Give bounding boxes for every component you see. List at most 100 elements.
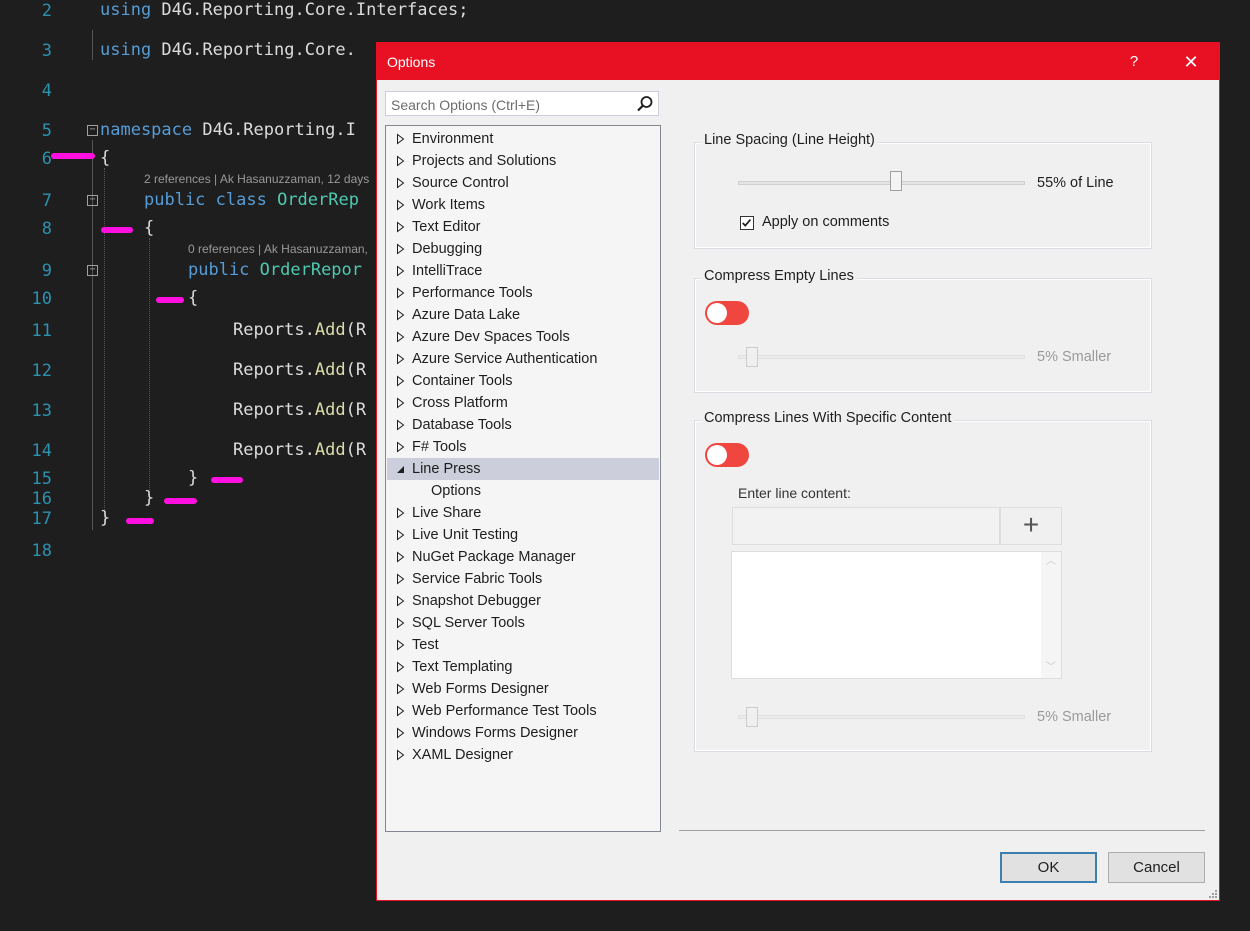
collapsed-arrow-icon[interactable] xyxy=(396,392,406,414)
tree-item[interactable]: SQL Server Tools xyxy=(387,612,659,634)
collapsed-arrow-icon[interactable] xyxy=(396,150,406,172)
compress-specific-slider[interactable] xyxy=(738,715,1025,719)
collapsed-arrow-icon[interactable] xyxy=(396,370,406,392)
tree-item[interactable]: Container Tools xyxy=(387,370,659,392)
tree-item[interactable]: Web Performance Test Tools xyxy=(387,700,659,722)
search-input[interactable] xyxy=(386,92,633,117)
code-line-14: Reports.Add(R xyxy=(233,440,367,460)
search-box[interactable] xyxy=(385,91,659,117)
collapsed-arrow-icon[interactable] xyxy=(396,744,406,766)
close-button[interactable]: ✕ xyxy=(1179,51,1203,73)
options-dialog[interactable]: Options ? ✕ Environment Projects and Solu… xyxy=(376,42,1220,901)
title-bar[interactable]: Options ? ✕ xyxy=(377,43,1219,80)
collapsed-arrow-icon[interactable] xyxy=(396,590,406,612)
tree-item-label: Cross Platform xyxy=(412,395,508,411)
tree-item[interactable]: Azure Service Authentication xyxy=(387,348,659,370)
collapsed-arrow-icon[interactable] xyxy=(396,678,406,700)
tree-item[interactable]: Text Editor xyxy=(387,216,659,238)
ok-button[interactable]: OK xyxy=(1000,852,1097,883)
codelens[interactable]: 2 references | Ak Hasanuzzaman, 12 days xyxy=(144,172,369,186)
codelens[interactable]: 0 references | Ak Hasanuzzaman, xyxy=(188,242,368,256)
line-spacing-slider[interactable] xyxy=(738,181,1025,185)
tree-item[interactable]: Debugging xyxy=(387,238,659,260)
search-icon[interactable] xyxy=(636,95,654,113)
tree-item-label: Text Templating xyxy=(412,659,513,675)
tree-item[interactable]: Database Tools xyxy=(387,414,659,436)
collapsed-arrow-icon[interactable] xyxy=(396,238,406,260)
collapsed-arrow-icon[interactable] xyxy=(396,216,406,238)
code-line-15: } xyxy=(188,468,199,488)
tree-item[interactable]: Azure Dev Spaces Tools xyxy=(387,326,659,348)
collapsed-arrow-icon[interactable] xyxy=(396,656,406,678)
collapsed-arrow-icon[interactable] xyxy=(396,172,406,194)
tree-item[interactable]: IntelliTrace xyxy=(387,260,659,282)
tree-child-item[interactable]: Options xyxy=(387,480,659,502)
collapsed-arrow-icon[interactable] xyxy=(396,348,406,370)
tree-item[interactable]: Projects and Solutions xyxy=(387,150,659,172)
line-spacing-slider-thumb[interactable] xyxy=(889,171,902,191)
collapsed-arrow-icon[interactable] xyxy=(396,194,406,216)
fold-toggle[interactable]: − xyxy=(87,125,98,136)
tree-item-label: Options xyxy=(431,483,481,499)
tree-item[interactable]: Service Fabric Tools xyxy=(387,568,659,590)
compress-empty-slider-thumb[interactable] xyxy=(746,347,759,367)
apply-comments-checkbox[interactable] xyxy=(740,216,754,230)
add-line-button[interactable]: + xyxy=(1000,507,1062,545)
tree-item[interactable]: Work Items xyxy=(387,194,659,216)
compress-empty-slider[interactable] xyxy=(738,355,1025,359)
line-number: 8 xyxy=(41,219,52,239)
collapsed-arrow-icon[interactable] xyxy=(396,612,406,634)
tree-item-label: IntelliTrace xyxy=(412,263,483,279)
line-number: 10 xyxy=(31,289,52,309)
collapsed-arrow-icon[interactable] xyxy=(396,282,406,304)
compress-specific-toggle[interactable] xyxy=(705,443,749,467)
line-content-input[interactable] xyxy=(732,507,1000,545)
tree-item[interactable]: Live Share xyxy=(387,502,659,524)
options-tree[interactable]: Environment Projects and Solutions Source … xyxy=(385,125,661,832)
tree-item[interactable]: Windows Forms Designer xyxy=(387,722,659,744)
line-content-list[interactable]: ︿ ﹀ xyxy=(731,551,1062,679)
scroll-down-icon[interactable]: ﹀ xyxy=(1045,662,1057,674)
apply-comments-label[interactable]: Apply on comments xyxy=(762,214,889,230)
line-spacing-group: Line Spacing (Line Height) 55% of Line A… xyxy=(694,132,1152,249)
cancel-button[interactable]: Cancel xyxy=(1108,852,1205,883)
collapsed-arrow-icon[interactable] xyxy=(396,634,406,656)
collapsed-arrow-icon[interactable] xyxy=(396,414,406,436)
help-button[interactable]: ? xyxy=(1123,51,1145,73)
tree-item[interactable]: Azure Data Lake xyxy=(387,304,659,326)
compress-empty-group: Compress Empty Lines 5% Smaller xyxy=(694,268,1152,393)
collapsed-arrow-icon[interactable] xyxy=(396,546,406,568)
collapsed-arrow-icon[interactable] xyxy=(396,260,406,282)
tree-item[interactable]: Performance Tools xyxy=(387,282,659,304)
tree-item[interactable]: Snapshot Debugger xyxy=(387,590,659,612)
tree-item[interactable]: Live Unit Testing xyxy=(387,524,659,546)
fold-toggle[interactable]: − xyxy=(87,195,98,206)
list-scrollbar[interactable]: ︿ ﹀ xyxy=(1041,552,1061,678)
collapsed-arrow-icon[interactable] xyxy=(396,304,406,326)
collapsed-arrow-icon[interactable] xyxy=(396,568,406,590)
collapsed-arrow-icon[interactable] xyxy=(396,326,406,348)
collapsed-arrow-icon[interactable] xyxy=(396,436,406,458)
tree-item[interactable]: Cross Platform xyxy=(387,392,659,414)
tree-item[interactable]: Test xyxy=(387,634,659,656)
collapsed-arrow-icon[interactable] xyxy=(396,700,406,722)
collapsed-arrow-icon[interactable] xyxy=(396,128,406,150)
compress-empty-toggle[interactable] xyxy=(705,301,749,325)
resize-grip-icon[interactable] xyxy=(1207,888,1217,898)
tree-item[interactable]: NuGet Package Manager xyxy=(387,546,659,568)
tree-item[interactable]: Web Forms Designer xyxy=(387,678,659,700)
tree-item[interactable]: F# Tools xyxy=(387,436,659,458)
fold-toggle[interactable]: − xyxy=(87,265,98,276)
tree-item[interactable]: Source Control xyxy=(387,172,659,194)
collapsed-arrow-icon[interactable] xyxy=(396,502,406,524)
compress-specific-slider-thumb[interactable] xyxy=(746,707,759,727)
collapsed-arrow-icon[interactable] xyxy=(396,722,406,744)
tree-item[interactable]: Line Press xyxy=(387,458,659,480)
expanded-arrow-icon[interactable] xyxy=(396,458,406,480)
tree-item[interactable]: Text Templating xyxy=(387,656,659,678)
code-line-11: Reports.Add(R xyxy=(233,320,367,340)
collapsed-arrow-icon[interactable] xyxy=(396,524,406,546)
scroll-up-icon[interactable]: ︿ xyxy=(1045,556,1057,568)
tree-item[interactable]: Environment xyxy=(387,128,659,150)
tree-item[interactable]: XAML Designer xyxy=(387,744,659,766)
